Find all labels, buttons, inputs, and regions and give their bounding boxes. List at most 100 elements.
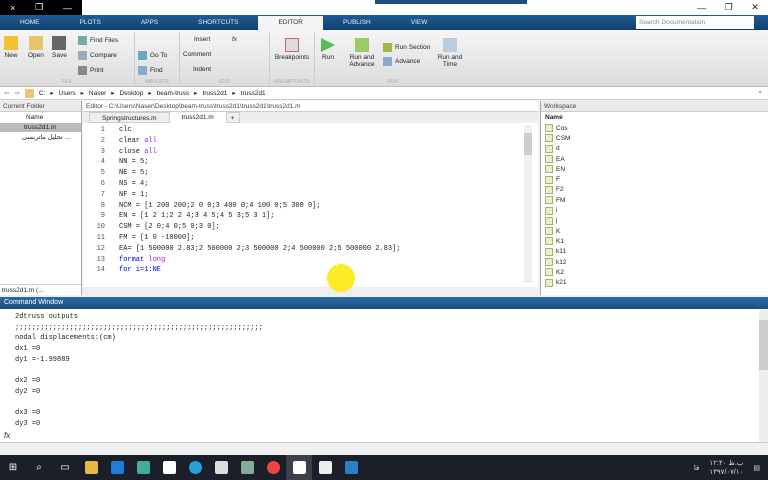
tab-shortcuts[interactable]: SHORTCUTS [178,16,258,30]
app-s-icon[interactable] [338,455,364,480]
tab-publish[interactable]: PUBLISH [323,16,391,30]
windows-start-icon[interactable]: ⊞ [0,455,26,480]
indent-button[interactable]: Indent [193,66,211,73]
column-header-name[interactable]: Name [0,112,81,123]
column-header-name[interactable]: Name [541,112,768,123]
editor-tab-active[interactable]: truss2d1.m [169,112,226,123]
language-indicator[interactable]: فا [694,464,699,472]
file-details[interactable]: truss2d1.m (... [0,284,81,295]
horizontal-scrollbar[interactable] [83,287,538,295]
code-line[interactable]: 1 clc [83,125,538,136]
open-button[interactable]: Open [28,36,44,59]
breadcrumb-item[interactable]: C: [39,90,46,97]
maximize-button[interactable]: ❐ [725,2,733,13]
new-button[interactable]: New [4,36,18,59]
code-line[interactable]: 4 NN = 5; [83,157,538,168]
run-advance-button[interactable]: Run and Advance [347,38,377,68]
breadcrumb-item[interactable]: truss2d1 [241,90,266,97]
fx-prompt-icon[interactable]: fx [4,431,10,440]
code-line[interactable]: 6 NS = 4; [83,179,538,190]
store-icon[interactable] [156,455,182,480]
tab-plots[interactable]: PLOTS [60,16,121,30]
workspace-variable[interactable]: k12 [541,257,768,267]
breadcrumb-item[interactable]: beam-truss [157,90,190,97]
insert-button[interactable]: Insert [194,36,210,43]
save-button[interactable]: Save [52,36,67,59]
code-line[interactable]: 5 NE = 5; [83,168,538,179]
task-view-icon[interactable]: ▭ [52,455,78,480]
compare-button[interactable]: Compare [78,51,117,60]
workspace-variable[interactable]: K1 [541,236,768,246]
close-icon[interactable]: × [10,3,15,13]
code-area[interactable]: 1 clc 2 clear all 3 close all 4 NN = 5; 5 NE = 5;… [83,123,538,276]
minimize-button[interactable]: — [697,3,706,13]
photos-icon[interactable] [130,455,156,480]
breadcrumb-item[interactable]: Users [59,90,76,97]
address-bar[interactable]: ⇦ ⇨ C: ▸ Users ▸ Naser ▸ Desktop ▸ beam-truss… [0,87,768,100]
command-output[interactable]: 2dtruss outputs;;;;;;;;;;;;;;;;;;;;;;;;;… [0,309,768,433]
run-section-button[interactable]: Run Section [383,43,430,52]
edge-icon[interactable] [104,455,130,480]
workspace-variable[interactable]: K2 [541,267,768,277]
code-line[interactable]: 7 NF = 1; [83,190,538,201]
breadcrumb-item[interactable]: truss2d1 [202,90,227,97]
search-icon[interactable]: ⌕ [758,89,762,97]
clock[interactable]: ۱۲:۴۰ ب.ظ ۱۳۹۷/۰۷/۱۰ [709,459,743,477]
breadcrumb-item[interactable]: Naser [89,90,106,97]
workspace-variable[interactable]: EA [541,154,768,164]
workspace-variable[interactable]: EN [541,164,768,174]
code-line[interactable]: 2 clear all [83,136,538,147]
new-tab-button[interactable]: + [225,112,240,123]
workspace-variable[interactable]: FM [541,195,768,205]
advance-button[interactable]: Advance [383,57,420,66]
workspace-variable[interactable]: F [541,174,768,184]
mail-icon[interactable] [208,455,234,480]
minimize-icon[interactable]: — [63,3,72,13]
close-button[interactable]: ✕ [751,2,759,13]
code-line[interactable]: 9 EN = [1 2 1;2 2 4;3 4 5;4 5 3;5 3 1]; [83,211,538,222]
workspace-variable[interactable]: k11 [541,247,768,257]
image-viewer-icon[interactable] [312,455,338,480]
workspace-variable[interactable]: d [541,144,768,154]
workspace-variable[interactable]: k21 [541,277,768,287]
print-button[interactable]: Print [78,66,103,75]
code-line[interactable]: 8 NCM = [1 200 200;2 0 0;3 400 0;4 100 0;… [83,201,538,212]
fx-icon[interactable]: fx [232,36,237,43]
code-line[interactable]: 3 close all [83,147,538,158]
find-files-button[interactable]: Find Files [78,36,118,45]
workspace-variable[interactable]: CSM [541,133,768,143]
tab-view[interactable]: VIEW [391,16,448,30]
workspace-variable[interactable]: Cos [541,123,768,133]
workspace-variable[interactable]: K [541,226,768,236]
back-icon[interactable]: ⇦ [4,89,9,97]
editor-tab[interactable]: Springstructures.m [89,112,170,123]
code-line[interactable]: 12 EA= [1 500000 2.83;2 500000 2;3 500000… [83,244,538,255]
workspace-variable[interactable]: j [541,216,768,226]
tab-home[interactable]: HOME [0,16,60,30]
tab-editor[interactable]: EDITOR [258,16,323,30]
forward-icon[interactable]: ⇨ [14,89,19,97]
code-line[interactable]: 11 FM = [1 0 -10000]; [83,233,538,244]
comment-button[interactable]: Comment [183,51,211,58]
breadcrumb-item[interactable]: Desktop [120,90,144,97]
chrome-icon[interactable] [260,455,286,480]
workspace-variable[interactable]: i [541,205,768,215]
code-line[interactable]: 14 for i=1:NE [83,265,538,276]
vertical-scrollbar[interactable] [759,310,768,442]
file-item[interactable]: تحلیل ماتریسی ... [0,132,81,142]
code-line[interactable]: 10 CSM = [2 0;4 0;5 0;3 0]; [83,222,538,233]
workspace-variable[interactable]: F2 [541,185,768,195]
file-explorer-icon[interactable] [78,455,104,480]
vertical-scrollbar[interactable] [524,125,532,283]
file-item[interactable]: truss2d1.m [0,123,81,132]
notification-icon[interactable]: ▤ [753,464,760,472]
tab-apps[interactable]: APPS [121,16,178,30]
breakpoints-button[interactable]: Breakpoints [272,38,312,61]
run-button[interactable]: Run [321,38,335,61]
search-icon[interactable]: ⌕ [26,455,52,480]
video-icon[interactable] [286,455,312,480]
find-button[interactable]: Find [138,66,163,75]
goto-button[interactable]: Go To [138,51,167,60]
code-line[interactable]: 13 format long [83,255,538,266]
search-documentation-input[interactable]: Search Documentation [636,16,754,29]
